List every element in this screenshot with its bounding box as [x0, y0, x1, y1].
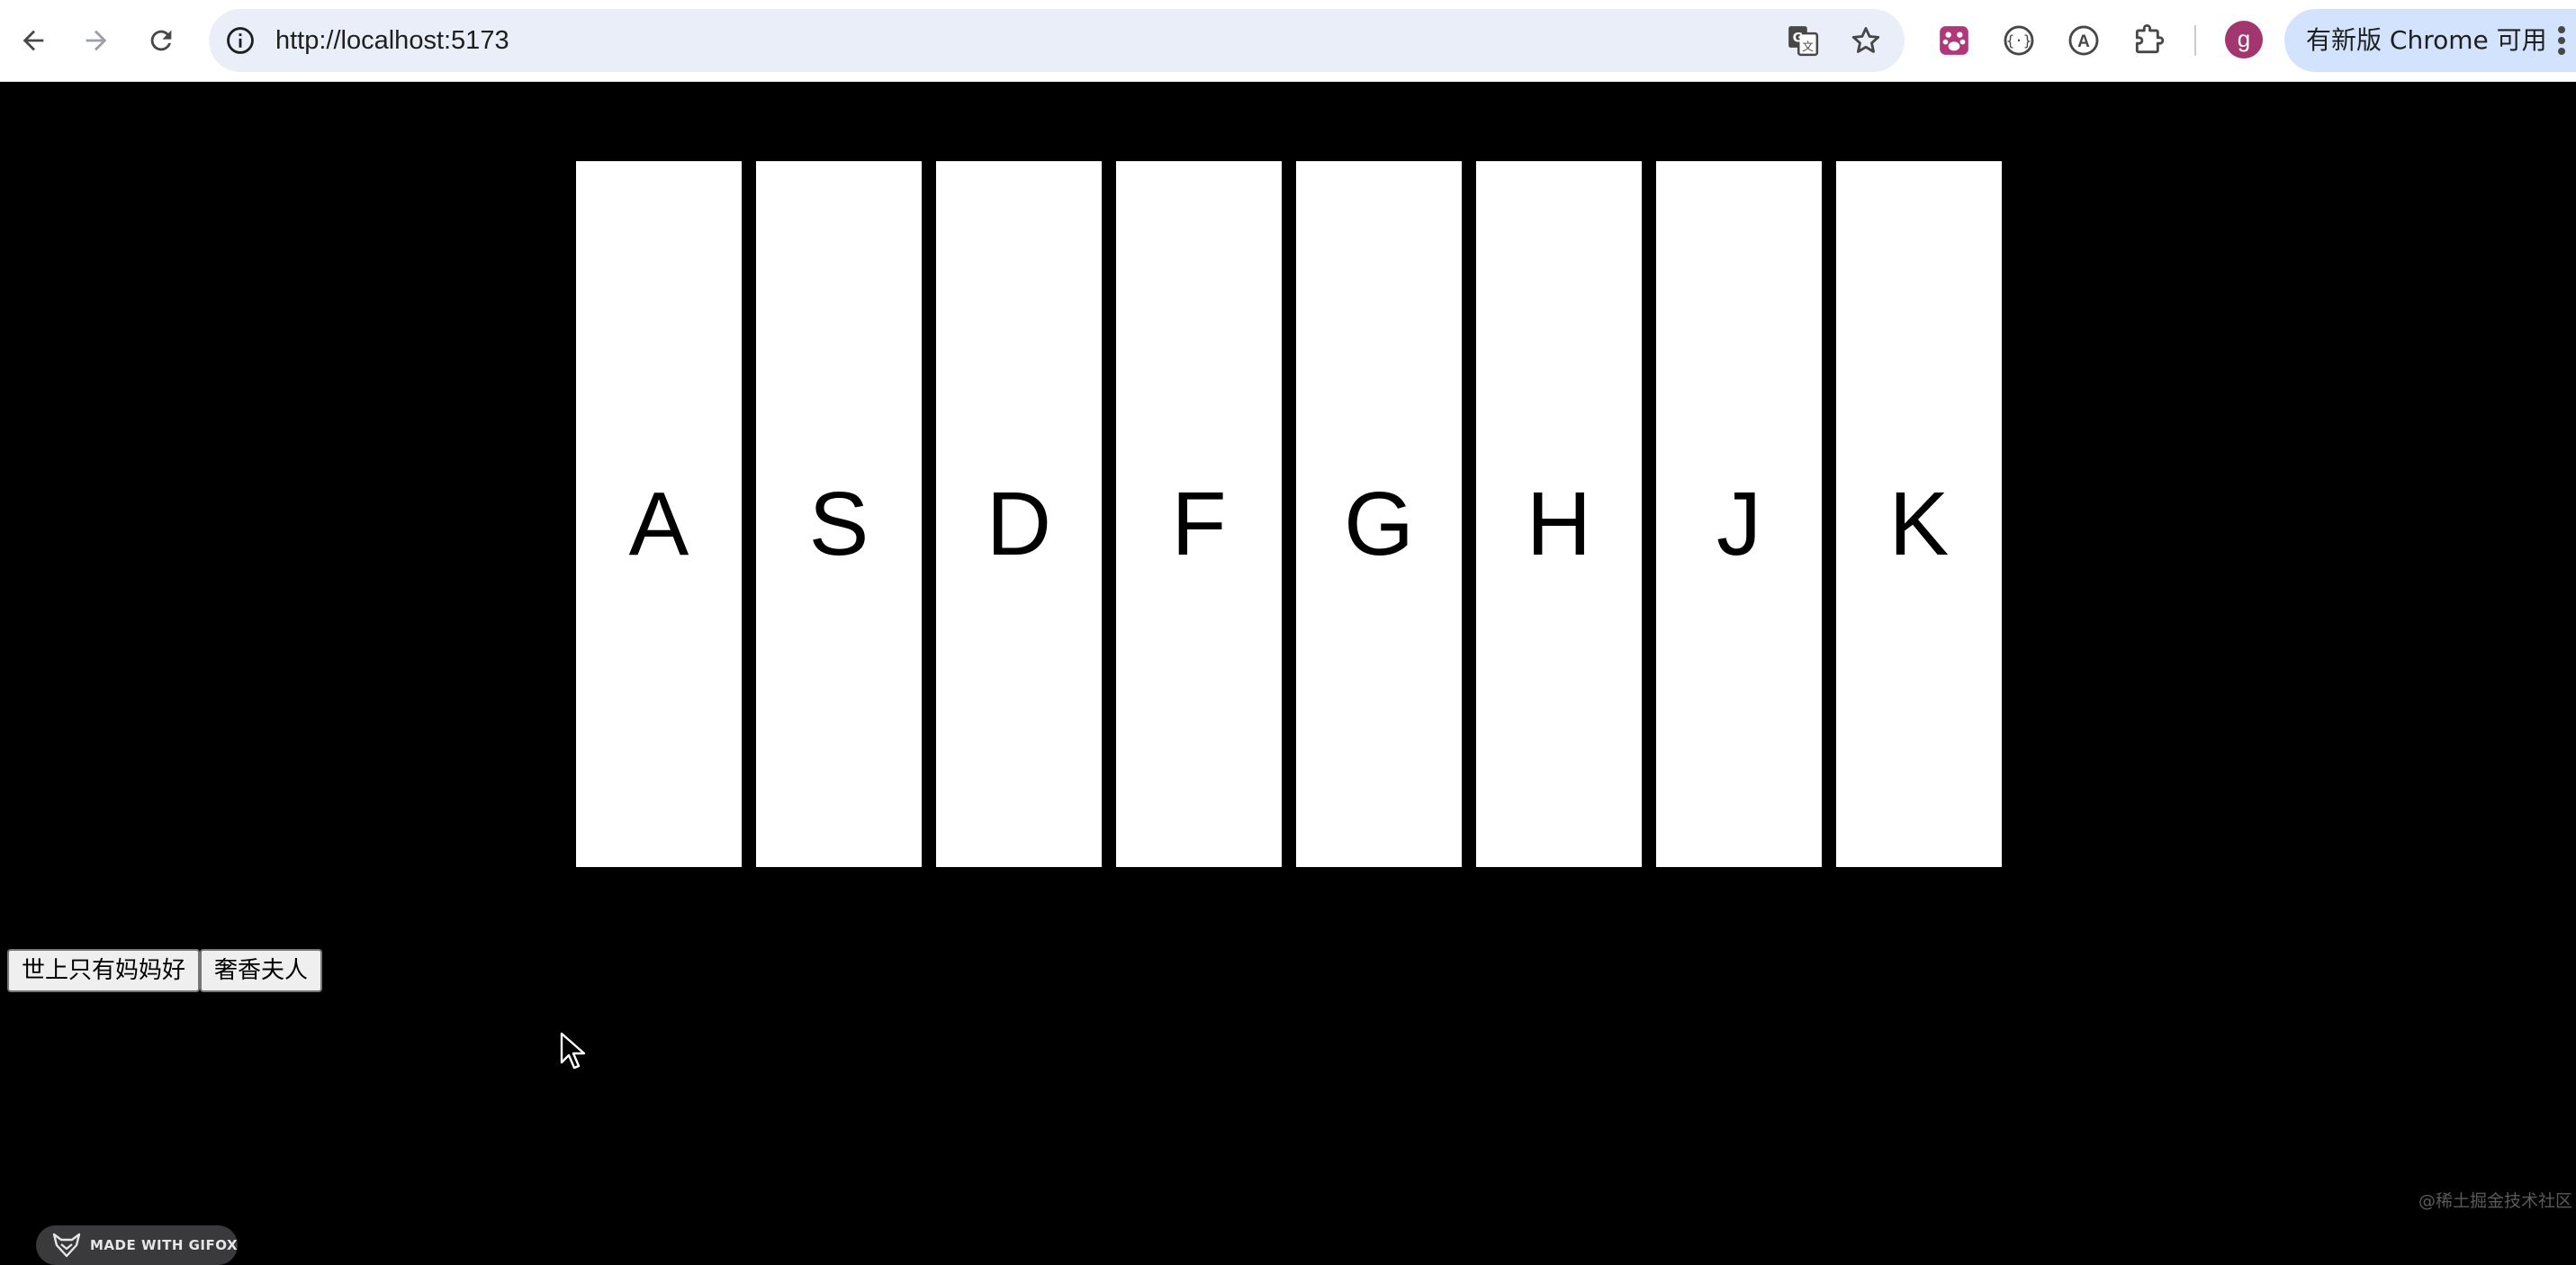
- song-button-mama[interactable]: 世上只有妈妈好: [7, 949, 201, 992]
- piano-key-s[interactable]: S: [756, 161, 922, 867]
- watermark: @稀土掘金技术社区: [2418, 1191, 2572, 1211]
- forward-button[interactable]: [74, 18, 119, 63]
- key-label: D: [986, 473, 1052, 574]
- key-label: A: [628, 473, 689, 574]
- piano-key-j[interactable]: J: [1656, 161, 1822, 867]
- bookmark-star-icon[interactable]: [1849, 23, 1883, 58]
- svg-text:{·}: {·}: [2006, 32, 2032, 50]
- key-label: K: [1888, 473, 1950, 574]
- song-buttons: 世上只有妈妈好 奢香夫人: [7, 949, 323, 992]
- fox-logo-icon: [52, 1233, 81, 1258]
- mouse-cursor-icon: [560, 1032, 585, 1070]
- reload-icon: [150, 30, 172, 51]
- piano-key-g[interactable]: G: [1296, 161, 1462, 867]
- arrow-left-icon: [23, 30, 44, 51]
- piano-key-k[interactable]: K: [1836, 161, 2002, 867]
- svg-text:文: 文: [1802, 40, 1814, 53]
- key-label: F: [1171, 473, 1227, 574]
- chrome-update-button[interactable]: 有新版 Chrome 可用: [2284, 9, 2576, 72]
- gifox-badge: MADE WITH GIFOX: [36, 1225, 238, 1265]
- translate-icon[interactable]: G 文: [1786, 23, 1820, 58]
- piano-key-h[interactable]: H: [1476, 161, 1642, 867]
- arrow-right-icon: [86, 30, 107, 51]
- extension-braces-icon[interactable]: {·}: [1998, 20, 2040, 61]
- back-button[interactable]: [11, 18, 56, 63]
- toolbar-separator: [2194, 25, 2196, 56]
- extension-font-icon[interactable]: A: [2063, 20, 2104, 61]
- site-info-icon[interactable]: [225, 25, 256, 56]
- piano-keys: A S D F G H J K: [576, 161, 2002, 867]
- extension-paw-icon[interactable]: [1933, 20, 1975, 61]
- menu-dots-icon: [2558, 26, 2565, 55]
- url-text[interactable]: http://localhost:5173: [275, 9, 509, 72]
- extensions-puzzle-icon[interactable]: [2128, 20, 2169, 61]
- browser-toolbar: http://localhost:5173 G 文 {·} A g 有新版 Ch…: [0, 0, 2576, 82]
- piano-key-a[interactable]: A: [576, 161, 742, 867]
- piano-key-f[interactable]: F: [1116, 161, 1282, 867]
- song-button-shexiang[interactable]: 奢香夫人: [200, 949, 323, 992]
- svg-text:A: A: [2077, 32, 2090, 51]
- profile-avatar[interactable]: g: [2225, 21, 2263, 59]
- key-label: S: [808, 473, 869, 574]
- key-label: J: [1716, 473, 1761, 574]
- key-label: H: [1526, 473, 1592, 574]
- key-label: G: [1344, 473, 1414, 574]
- gifox-label: MADE WITH GIFOX: [90, 1237, 239, 1253]
- page-content: A S D F G H J K 世上只有妈妈好 奢香夫人 MADE WITH G…: [0, 82, 2576, 1265]
- address-bar[interactable]: http://localhost:5173 G 文: [209, 9, 1905, 72]
- chrome-update-label: 有新版 Chrome 可用: [2306, 25, 2547, 55]
- piano-key-d[interactable]: D: [936, 161, 1102, 867]
- reload-button[interactable]: [139, 18, 184, 63]
